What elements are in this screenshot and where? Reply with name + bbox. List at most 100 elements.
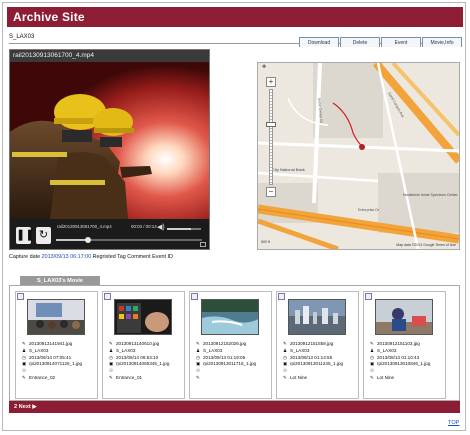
card-event: Lot Nine bbox=[377, 374, 395, 380]
card-date: 2013/09/14 07:05:41 bbox=[29, 354, 72, 360]
movie-card[interactable]: ✎ 20130912152026.jpg ♟ S_LAX03 ◷ 2013/09/13… bbox=[189, 291, 272, 399]
user-icon: ♟ bbox=[109, 347, 114, 353]
seek-bar[interactable] bbox=[56, 237, 202, 243]
movie-card[interactable]: ✎ 20130912151558.jpg ♟ S_LAX03 ◷ 2013/09/13… bbox=[276, 291, 359, 399]
zoom-handle[interactable] bbox=[266, 122, 276, 127]
movie-thumbnail[interactable] bbox=[201, 299, 259, 335]
movie-thumbnail[interactable] bbox=[288, 299, 346, 335]
file-icon: ✎ bbox=[283, 341, 287, 346]
event-icon: ☉ bbox=[283, 368, 288, 374]
clock-icon: ◷ bbox=[22, 354, 27, 360]
river-thumbnail-image bbox=[202, 300, 258, 334]
video-controls: ❚❚ ↻ rail20130913061700_4.mp4 00:03 / 00… bbox=[10, 219, 209, 249]
page-title: Archive Site bbox=[7, 7, 463, 27]
card-source: rpi20130914071126_1.jpg bbox=[29, 361, 83, 367]
volume-slider[interactable] bbox=[167, 228, 201, 230]
replay-button[interactable]: ↻ bbox=[36, 227, 51, 244]
tab-event[interactable]: Event bbox=[381, 37, 421, 47]
card-checkbox[interactable] bbox=[104, 293, 111, 300]
zoom-out-button[interactable]: − bbox=[266, 187, 276, 197]
card-meta: ✎ 20130913140610.jpg ♟ S_LAX03 ◷ 2013/09/14… bbox=[109, 341, 185, 382]
card-checkbox[interactable] bbox=[17, 293, 24, 300]
pencil-icon: ✎ bbox=[109, 374, 113, 380]
card-file: 20130913141941.jpg bbox=[29, 341, 73, 346]
movie-card[interactable]: ✎ 20130912151103.jpg ♟ S_LAX03 ◷ 2013/09/13… bbox=[363, 291, 446, 399]
pagination-bar: 2 Next ▶ bbox=[9, 401, 460, 413]
card-event: Entrance_01 bbox=[116, 374, 143, 380]
file-icon: ✎ bbox=[109, 341, 113, 346]
card-checkbox[interactable] bbox=[365, 293, 372, 300]
file-icon: ✎ bbox=[370, 341, 374, 346]
fullscreen-icon[interactable] bbox=[200, 242, 206, 247]
image-icon: ▣ bbox=[22, 361, 27, 367]
next-page-link[interactable]: 2 Next ▶ bbox=[14, 404, 37, 410]
user-icon: ♟ bbox=[370, 347, 375, 353]
zoom-in-button[interactable]: + bbox=[266, 77, 276, 87]
office-thumbnail-image bbox=[376, 300, 432, 334]
map-label-mall: Nordstrom Irvine Spectrum Center bbox=[403, 193, 459, 197]
tab-delete[interactable]: Delete bbox=[340, 37, 380, 47]
movie-card[interactable]: ✎ 20130913140610.jpg ♟ S_LAX03 ◷ 2013/09/14… bbox=[102, 291, 185, 399]
pause-button[interactable]: ❚❚ bbox=[16, 227, 35, 244]
action-tabs: Download Delete Event Movie,Info bbox=[299, 37, 463, 47]
event-icon: ☉ bbox=[22, 368, 27, 374]
card-date: 2013/09/13 01:14:55 bbox=[290, 354, 333, 360]
map-scale: 500 ft bbox=[261, 240, 270, 244]
card-source: rpi20130913011716_1.jpg bbox=[203, 361, 257, 367]
image-icon: ▣ bbox=[283, 361, 288, 367]
file-icon: ✎ bbox=[22, 341, 26, 346]
card-meta: ✎ 20130912151558.jpg ♟ S_LAX03 ◷ 2013/09/13… bbox=[283, 341, 359, 382]
card-checkbox[interactable] bbox=[191, 293, 198, 300]
card-source: rpi20130913010846_1.jpg bbox=[377, 361, 431, 367]
pencil-icon: ✎ bbox=[22, 374, 26, 380]
movie-thumbnail[interactable] bbox=[27, 299, 85, 335]
card-checkbox[interactable] bbox=[278, 293, 285, 300]
clock-icon: ◷ bbox=[109, 354, 114, 360]
pencil-icon: ✎ bbox=[370, 374, 374, 380]
card-meta: ✎ 20130912152026.jpg ♟ S_LAX03 ◷ 2013/09/13… bbox=[196, 341, 272, 382]
card-source: rpi20130914065345_1.jpg bbox=[116, 361, 170, 367]
card-event: Entrance_02 bbox=[29, 374, 56, 380]
image-icon: ▣ bbox=[370, 361, 375, 367]
capture-date[interactable]: 2013/09/13 06:17:00 bbox=[42, 254, 91, 260]
card-date: 2013/09/13 01:10:43 bbox=[377, 354, 420, 360]
time-readout: 00:03 / 00:14 bbox=[131, 224, 157, 229]
top-link[interactable]: TOP bbox=[448, 420, 459, 426]
map-label-enterprise: Enterprise Dr bbox=[358, 208, 380, 212]
clock-icon: ◷ bbox=[196, 354, 201, 360]
tab-download[interactable]: Download bbox=[299, 37, 339, 47]
tablet-thumbnail-image bbox=[115, 300, 171, 334]
zoom-slider[interactable] bbox=[269, 89, 273, 185]
movie-thumbnail[interactable] bbox=[114, 299, 172, 335]
location-map[interactable]: City National Bank Nordstrom Irvine Spec… bbox=[257, 62, 460, 250]
card-date: 2013/09/14 06:53:10 bbox=[116, 354, 159, 360]
card-file: 20130913140610.jpg bbox=[116, 341, 160, 346]
tab-movie-info[interactable]: Movie,Info bbox=[422, 37, 462, 47]
card-user: S_LAX03 bbox=[29, 347, 49, 353]
map-canvas: City National Bank Nordstrom Irvine Spec… bbox=[258, 63, 459, 249]
movie-thumbnail[interactable] bbox=[375, 299, 433, 335]
map-terms[interactable]: Map data ©2013 Google Terms of Use bbox=[396, 243, 456, 247]
image-icon: ▣ bbox=[109, 361, 114, 367]
movie-card[interactable]: ✎ 20130913141941.jpg ♟ S_LAX03 ◷ 2013/09/14… bbox=[15, 291, 98, 399]
capture-info: Capture date 2013/09/13 06:17:00 Regrist… bbox=[9, 254, 173, 260]
card-file: 20130912151558.jpg bbox=[290, 341, 334, 346]
classroom-thumbnail-image bbox=[28, 300, 84, 334]
card-file: 20130912151103.jpg bbox=[377, 341, 420, 346]
card-source: rpi20130913011245_1.jpg bbox=[290, 361, 344, 367]
clock-icon: ◷ bbox=[370, 354, 375, 360]
volume-icon[interactable]: ◀) bbox=[157, 223, 165, 231]
video-filename: rail20130913061700_4.mp4 bbox=[10, 50, 209, 62]
card-date: 2013/09/13 01:19:05 bbox=[203, 354, 246, 360]
card-file: 20130912152026.jpg bbox=[203, 341, 247, 346]
seek-handle[interactable] bbox=[85, 237, 92, 243]
event-icon: ☉ bbox=[109, 368, 114, 374]
map-pan-control[interactable]: ✥ bbox=[262, 64, 280, 77]
clock-icon: ◷ bbox=[283, 354, 288, 360]
pencil-icon: ✎ bbox=[283, 374, 287, 380]
map-zoom-control: + − bbox=[266, 77, 276, 197]
pause-icon: ❚❚ bbox=[16, 229, 35, 241]
card-user: S_LAX03 bbox=[377, 347, 397, 353]
capture-label: Capture date bbox=[9, 254, 41, 260]
video-frame[interactable] bbox=[10, 62, 209, 219]
